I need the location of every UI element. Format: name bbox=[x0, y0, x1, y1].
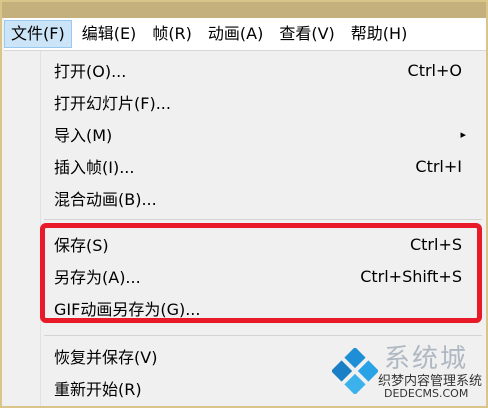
watermark: 系统城 织梦内容管理系统 DEDECMS.COM bbox=[332, 338, 482, 404]
menu-item-label: 插入帧(I)... bbox=[54, 158, 135, 177]
menu-item-label: 导入(M) bbox=[54, 126, 113, 145]
menu-item-shortcut: Ctrl+I bbox=[415, 156, 462, 176]
menu-item-label: 打开幻灯片(F)... bbox=[54, 94, 171, 113]
menu-view[interactable]: 查看(V) bbox=[273, 20, 340, 48]
highlight-annotation-box bbox=[40, 223, 482, 323]
menu-separator bbox=[44, 219, 482, 220]
menu-item-blend-animation[interactable]: 混合动画(B)... bbox=[54, 183, 462, 213]
menu-item-shortcut: Ctrl+O bbox=[407, 60, 462, 80]
menu-item-import[interactable]: 导入(M) ▸ bbox=[54, 119, 466, 149]
menu-item-insert-frame[interactable]: 插入帧(I)... Ctrl+I bbox=[54, 151, 462, 181]
menu-edit[interactable]: 编辑(E) bbox=[76, 20, 143, 48]
watermark-url: DEDECMS.COM bbox=[384, 387, 469, 400]
menu-file[interactable]: 文件(F) bbox=[4, 20, 72, 48]
submenu-arrow-icon: ▸ bbox=[460, 127, 466, 141]
menu-item-label: 打开(O)... bbox=[54, 62, 127, 81]
windows-logo-icon bbox=[332, 348, 378, 394]
title-bar bbox=[2, 2, 486, 18]
menu-item-open-slideshow[interactable]: 打开幻灯片(F)... bbox=[54, 87, 462, 117]
app-window: 文件(F) 编辑(E) 帧(R) 动画(A) 查看(V) 帮助(H) 打开(O)… bbox=[0, 0, 488, 408]
menu-help[interactable]: 帮助(H) bbox=[345, 20, 414, 48]
menu-frame[interactable]: 帧(R) bbox=[146, 20, 198, 48]
menu-separator bbox=[44, 335, 482, 336]
menu-item-label: 混合动画(B)... bbox=[54, 190, 157, 209]
menu-item-open[interactable]: 打开(O)... Ctrl+O bbox=[54, 55, 462, 85]
menu-bar: 文件(F) 编辑(E) 帧(R) 动画(A) 查看(V) 帮助(H) bbox=[4, 18, 486, 51]
menu-animation[interactable]: 动画(A) bbox=[202, 20, 269, 48]
